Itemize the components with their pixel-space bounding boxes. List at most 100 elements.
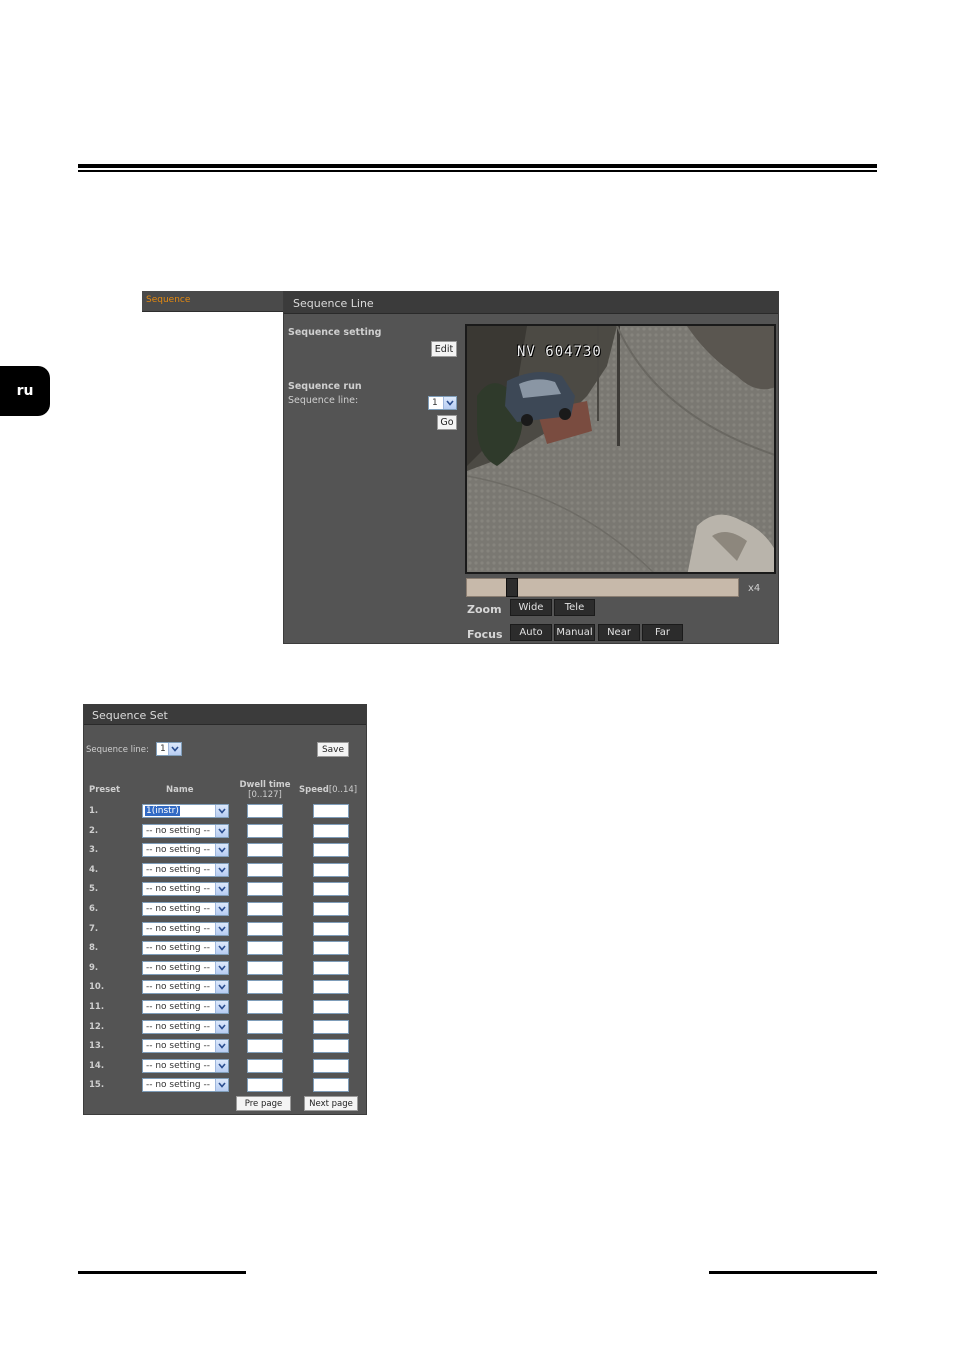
speed-input[interactable]: [313, 941, 349, 955]
zoom-slider[interactable]: [466, 578, 739, 597]
dwell-time-range: [0..127]: [248, 790, 282, 800]
focus-auto-button[interactable]: Auto: [510, 624, 552, 641]
zoom-tele-button[interactable]: Tele: [554, 599, 595, 616]
sequence-line-label: Sequence line:: [86, 745, 149, 755]
preset-name-select[interactable]: -- no setting --: [142, 882, 229, 896]
preset-row-number: 8.: [89, 943, 99, 953]
preset-name-value: -- no setting --: [146, 884, 210, 894]
preset-name-select[interactable]: -- no setting --: [142, 922, 229, 936]
next-page-button[interactable]: Next page: [304, 1096, 358, 1111]
chevron-down-icon[interactable]: [215, 1060, 228, 1072]
focus-label: Focus: [467, 628, 503, 641]
preset-name-select[interactable]: -- no setting --: [142, 1039, 229, 1053]
preset-name-value: -- no setting --: [146, 845, 210, 855]
preset-name-value: -- no setting --: [146, 1080, 210, 1090]
preset-name-select[interactable]: -- no setting --: [142, 902, 229, 916]
sequence-line-select[interactable]: 1: [428, 396, 457, 410]
zoom-slider-handle[interactable]: [506, 578, 518, 597]
dwell-time-input[interactable]: [247, 980, 283, 994]
preset-name-select[interactable]: 1(instr): [142, 804, 229, 818]
chevron-down-icon[interactable]: [215, 962, 228, 974]
dwell-time-input[interactable]: [247, 941, 283, 955]
speed-input[interactable]: [313, 961, 349, 975]
go-button[interactable]: Go: [437, 415, 457, 430]
preset-name-select[interactable]: -- no setting --: [142, 1020, 229, 1034]
preset-row-number: 12.: [89, 1022, 105, 1032]
preset-name-value: -- no setting --: [146, 982, 210, 992]
chevron-down-icon[interactable]: [215, 923, 228, 935]
dwell-time-input[interactable]: [247, 902, 283, 916]
speed-input[interactable]: [313, 1000, 349, 1014]
speed-input[interactable]: [313, 863, 349, 877]
language-tab: ru: [0, 366, 50, 416]
speed-input[interactable]: [313, 902, 349, 916]
sequence-line-select[interactable]: 1: [156, 742, 182, 756]
speed-input[interactable]: [313, 843, 349, 857]
dwell-time-input[interactable]: [247, 961, 283, 975]
focus-near-button[interactable]: Near: [598, 624, 640, 641]
preset-name-select[interactable]: -- no setting --: [142, 1059, 229, 1073]
save-button[interactable]: Save: [317, 742, 349, 757]
dwell-time-input[interactable]: [247, 1000, 283, 1014]
header-rule-thick: [78, 164, 877, 168]
speed-input[interactable]: [313, 922, 349, 936]
preset-name-select[interactable]: -- no setting --: [142, 1000, 229, 1014]
speed-input[interactable]: [313, 804, 349, 818]
dwell-time-input[interactable]: [247, 843, 283, 857]
dwell-time-input[interactable]: [247, 1020, 283, 1034]
sequence-setting-label: Sequence setting: [288, 327, 382, 338]
panel-title: Sequence Line: [284, 292, 778, 314]
chevron-down-icon[interactable]: [215, 942, 228, 954]
chevron-down-icon[interactable]: [215, 1001, 228, 1013]
dwell-time-input[interactable]: [247, 1059, 283, 1073]
zoom-level-label: x4: [748, 583, 761, 594]
speed-input[interactable]: [313, 980, 349, 994]
focus-far-button[interactable]: Far: [642, 624, 683, 641]
preset-name-value: -- no setting --: [146, 943, 210, 953]
chevron-down-icon[interactable]: [215, 903, 228, 915]
preset-name-select[interactable]: -- no setting --: [142, 961, 229, 975]
dwell-time-input[interactable]: [247, 922, 283, 936]
speed-input[interactable]: [313, 1059, 349, 1073]
chevron-down-icon[interactable]: [215, 825, 228, 837]
edit-button[interactable]: Edit: [431, 341, 457, 357]
chevron-down-icon[interactable]: [215, 1079, 228, 1091]
chevron-down-icon[interactable]: [168, 743, 181, 755]
chevron-down-icon[interactable]: [215, 805, 228, 817]
dwell-time-label: Dwell time: [239, 780, 291, 790]
preset-name-select[interactable]: -- no setting --: [142, 980, 229, 994]
chevron-down-icon[interactable]: [215, 844, 228, 856]
dwell-time-input[interactable]: [247, 1078, 283, 1092]
speed-input[interactable]: [313, 882, 349, 896]
chevron-down-icon[interactable]: [443, 397, 456, 409]
preset-name-select[interactable]: -- no setting --: [142, 863, 229, 877]
speed-input[interactable]: [313, 1020, 349, 1034]
dwell-time-input[interactable]: [247, 882, 283, 896]
sidebar-item-sequence[interactable]: Sequence: [142, 291, 283, 312]
camera-live-view[interactable]: NV 604730: [465, 324, 776, 574]
dwell-time-input[interactable]: [247, 824, 283, 838]
preset-row-number: 3.: [89, 845, 99, 855]
header-rule-thin: [78, 170, 877, 172]
dwell-time-input[interactable]: [247, 863, 283, 877]
dwell-time-input[interactable]: [247, 804, 283, 818]
dwell-time-input[interactable]: [247, 1039, 283, 1053]
chevron-down-icon[interactable]: [215, 1021, 228, 1033]
preset-row-number: 1.: [89, 806, 99, 816]
speed-input[interactable]: [313, 824, 349, 838]
speed-input[interactable]: [313, 1078, 349, 1092]
speed-input[interactable]: [313, 1039, 349, 1053]
chevron-down-icon[interactable]: [215, 1040, 228, 1052]
focus-manual-button[interactable]: Manual: [554, 624, 595, 641]
preset-name-select[interactable]: -- no setting --: [142, 941, 229, 955]
chevron-down-icon[interactable]: [215, 981, 228, 993]
chevron-down-icon[interactable]: [215, 864, 228, 876]
zoom-wide-button[interactable]: Wide: [510, 599, 552, 616]
preset-name-select[interactable]: -- no setting --: [142, 843, 229, 857]
pre-page-button[interactable]: Pre page: [236, 1096, 291, 1111]
preset-row-number: 2.: [89, 826, 99, 836]
preset-name-select[interactable]: -- no setting --: [142, 824, 229, 838]
chevron-down-icon[interactable]: [215, 883, 228, 895]
preset-name-select[interactable]: -- no setting --: [142, 1078, 229, 1092]
preset-row-number: 5.: [89, 884, 99, 894]
